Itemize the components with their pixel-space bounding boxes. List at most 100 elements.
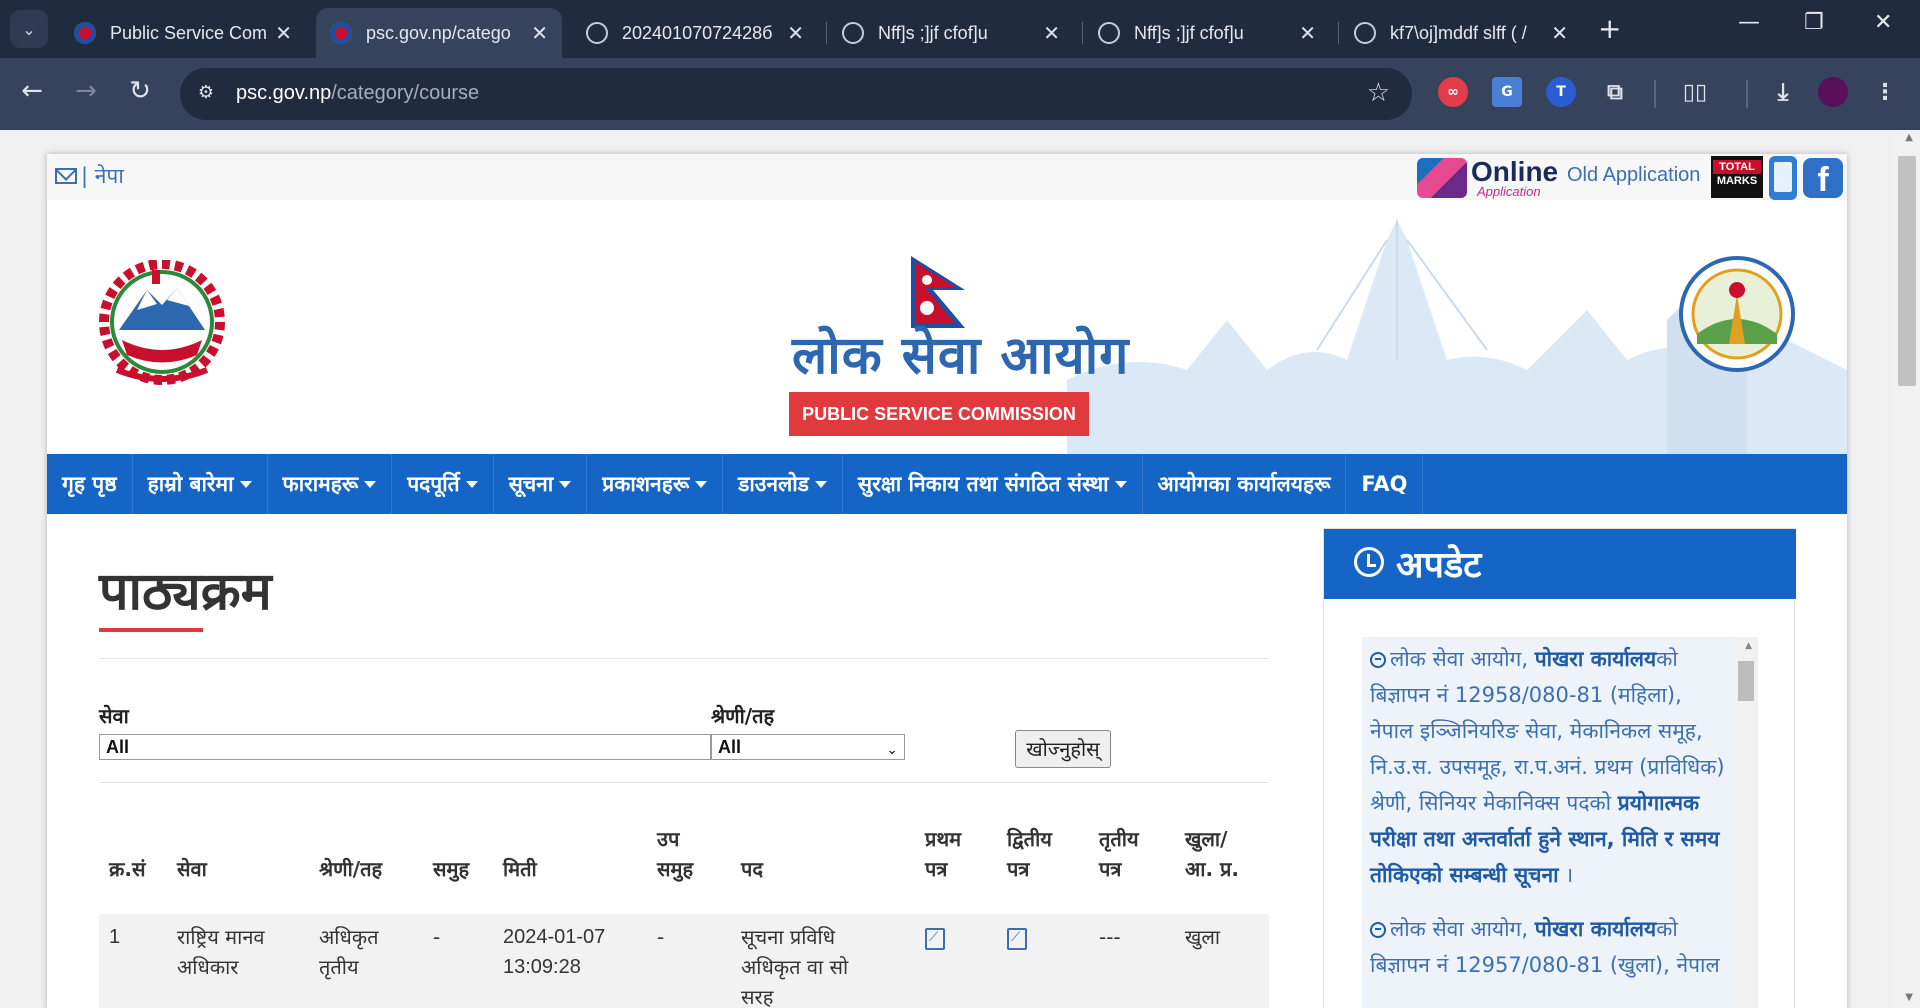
nav-item-label: डाउनलोड — [738, 472, 809, 496]
nav-item-label: सूचना — [508, 472, 554, 496]
tab-search-button[interactable]: ⌄ — [10, 10, 48, 48]
url-text[interactable]: psc.gov.np/category/course — [236, 82, 479, 105]
new-tab-icon[interactable]: + — [1598, 12, 1621, 45]
globe-favicon-icon — [1098, 22, 1120, 44]
service-filter-label: सेवा — [99, 704, 129, 728]
browser-tab-bar: ⌄ Public Service Com ✕ psc.gov.np/catego… — [0, 0, 1920, 58]
close-tab-icon[interactable]: ✕ — [1551, 21, 1568, 46]
language-toggle[interactable]: | नेपा — [81, 162, 124, 190]
caret-down-icon — [559, 480, 572, 488]
nav-item-label: प्रकाशनहरू — [602, 472, 690, 496]
caret-down-icon — [814, 480, 827, 488]
browser-tab-6[interactable]: kf7\oj]mddf slff ( / ✕ — [1340, 8, 1582, 58]
browser-tab-2-active[interactable]: psc.gov.np/catego ✕ — [316, 8, 562, 58]
updates-title: अपडेट — [1396, 545, 1482, 586]
paper1-pdf-icon[interactable] — [925, 928, 945, 950]
close-tab-icon[interactable]: ✕ — [1043, 21, 1060, 46]
scroll-up-arrow-icon[interactable]: ▲ — [1905, 132, 1913, 143]
browser-tab-4[interactable]: Nff]s ;]jf cfof]u ✕ — [828, 8, 1074, 58]
cell-service: राष्ट्रिय मानव अधिकार — [177, 925, 265, 979]
scroll-down-arrow-icon[interactable]: ▼ — [1905, 992, 1913, 1003]
reading-list-icon[interactable]: ▯▯ — [1680, 77, 1710, 107]
nav-item-3[interactable]: पदपूर्ति — [392, 454, 494, 514]
updates-scroll-thumb[interactable] — [1738, 661, 1754, 701]
level-select[interactable]: All ⌄ — [711, 734, 905, 760]
title-underline — [99, 628, 203, 632]
arrow-circle-icon — [1370, 922, 1386, 938]
old-application-link[interactable]: Old Application — [1567, 164, 1700, 187]
page-scroll-thumb[interactable] — [1898, 156, 1916, 386]
nav-item-6[interactable]: डाउनलोड — [723, 454, 843, 514]
close-tab-icon[interactable]: ✕ — [1299, 21, 1316, 46]
nav-item-8[interactable]: आयोगका कार्यालयहरू — [1143, 454, 1347, 514]
page-scrollbar[interactable]: ▲ ▼ — [1894, 130, 1920, 1008]
mobile-app-icon[interactable] — [1769, 156, 1797, 200]
site-info-icon[interactable]: ⚙ — [194, 82, 218, 106]
facebook-icon[interactable]: f — [1803, 158, 1843, 199]
google-translate-icon[interactable]: G — [1492, 77, 1522, 107]
browser-tab-5[interactable]: Nff]s ;]jf cfof]u ✕ — [1084, 8, 1330, 58]
tab-title: Public Service Com — [110, 22, 268, 43]
extension-t-icon[interactable]: T — [1546, 77, 1576, 107]
tab-title: 20240107072428б — [622, 22, 773, 43]
profile-avatar[interactable] — [1818, 77, 1848, 107]
download-icon[interactable]: ⤓ — [1768, 77, 1798, 107]
bookmark-star-icon[interactable]: ☆ — [1367, 78, 1390, 108]
back-arrow-icon[interactable]: ← — [14, 76, 50, 106]
psc-favicon-icon — [330, 22, 352, 44]
forward-arrow-icon[interactable]: → — [68, 76, 104, 106]
nav-item-1[interactable]: हाम्रो बारेमा — [133, 454, 268, 514]
caret-down-icon — [1114, 480, 1127, 488]
globe-favicon-icon — [1354, 22, 1376, 44]
browser-tab-3[interactable]: 20240107072428б ✕ — [572, 8, 818, 58]
extensions-puzzle-icon[interactable]: ⧉ — [1600, 77, 1630, 107]
caret-down-icon — [239, 480, 252, 488]
updates-scrollbar[interactable]: ▲ — [1736, 637, 1758, 1008]
globe-favicon-icon — [586, 22, 608, 44]
tab-separator — [1338, 22, 1339, 44]
nav-item-label: FAQ — [1361, 472, 1408, 496]
caret-down-icon — [465, 480, 478, 488]
nav-item-9[interactable]: FAQ — [1346, 454, 1424, 514]
level-select-value: All — [718, 737, 742, 757]
update-item[interactable]: लोक सेवा आयोग, पोखरा कार्यालयको बिज्ञापन… — [1370, 641, 1730, 893]
toolbar-separator — [1654, 80, 1656, 108]
arrow-circle-icon — [1370, 652, 1386, 668]
close-tab-icon[interactable]: ✕ — [787, 21, 804, 46]
chevron-down-icon: ⌄ — [886, 741, 898, 757]
extension-infinity-icon[interactable]: ∞ — [1438, 77, 1468, 107]
paper2-pdf-icon[interactable] — [1007, 928, 1027, 950]
nav-item-4[interactable]: सूचना — [494, 454, 588, 514]
scroll-up-arrow-icon[interactable]: ▲ — [1745, 641, 1752, 651]
address-bar[interactable]: ⚙ psc.gov.np/category/course ☆ — [180, 68, 1412, 120]
total-marks-line2: MARKS — [1716, 175, 1758, 187]
online-application-logo[interactable]: Online Application — [1415, 156, 1558, 200]
mail-icon[interactable] — [55, 168, 77, 184]
update-item[interactable]: लोक सेवा आयोग, पोखरा कार्यालयको बिज्ञापन… — [1370, 911, 1730, 983]
nav-item-7[interactable]: सुरक्षा निकाय तथा संगठित संस्था — [843, 454, 1143, 514]
browser-menu-icon[interactable]: ⋮ — [1870, 77, 1900, 107]
service-select[interactable]: All — [99, 734, 711, 760]
cell-subgroup: - — [657, 925, 665, 949]
tab-title: psc.gov.np/catego — [366, 22, 511, 43]
divider — [99, 782, 1269, 783]
close-tab-icon[interactable]: ✕ — [275, 21, 292, 46]
window-close-icon[interactable]: ✕ — [1874, 10, 1892, 35]
nav-item-label: फारामहरू — [282, 472, 359, 496]
total-marks-logo[interactable]: TOTAL MARKS — [1711, 156, 1763, 198]
minimize-icon[interactable]: — — [1738, 10, 1760, 35]
search-button[interactable]: खोज्नुहोस् — [1015, 730, 1111, 768]
reload-icon[interactable]: ↻ — [122, 76, 158, 106]
updates-header: अपडेट — [1324, 529, 1796, 599]
nav-item-2[interactable]: फारामहरू — [268, 454, 393, 514]
browser-tab-1[interactable]: Public Service Com ✕ — [60, 8, 306, 58]
url-host: psc.gov.np — [236, 82, 332, 104]
close-tab-icon[interactable]: ✕ — [531, 21, 548, 46]
nav-item-0[interactable]: गृह पृष्ठ — [47, 454, 133, 514]
update-prefix: लोक सेवा आयोग, — [1390, 647, 1535, 671]
cell-sn: 1 — [109, 926, 121, 948]
updates-scroll-box[interactable]: लोक सेवा आयोग, पोखरा कार्यालयको बिज्ञापन… — [1362, 637, 1758, 1008]
nav-item-5[interactable]: प्रकाशनहरू — [587, 454, 724, 514]
nav-item-label: आयोगका कार्यालयहरू — [1157, 472, 1331, 496]
restore-icon[interactable]: ❐ — [1804, 10, 1824, 35]
